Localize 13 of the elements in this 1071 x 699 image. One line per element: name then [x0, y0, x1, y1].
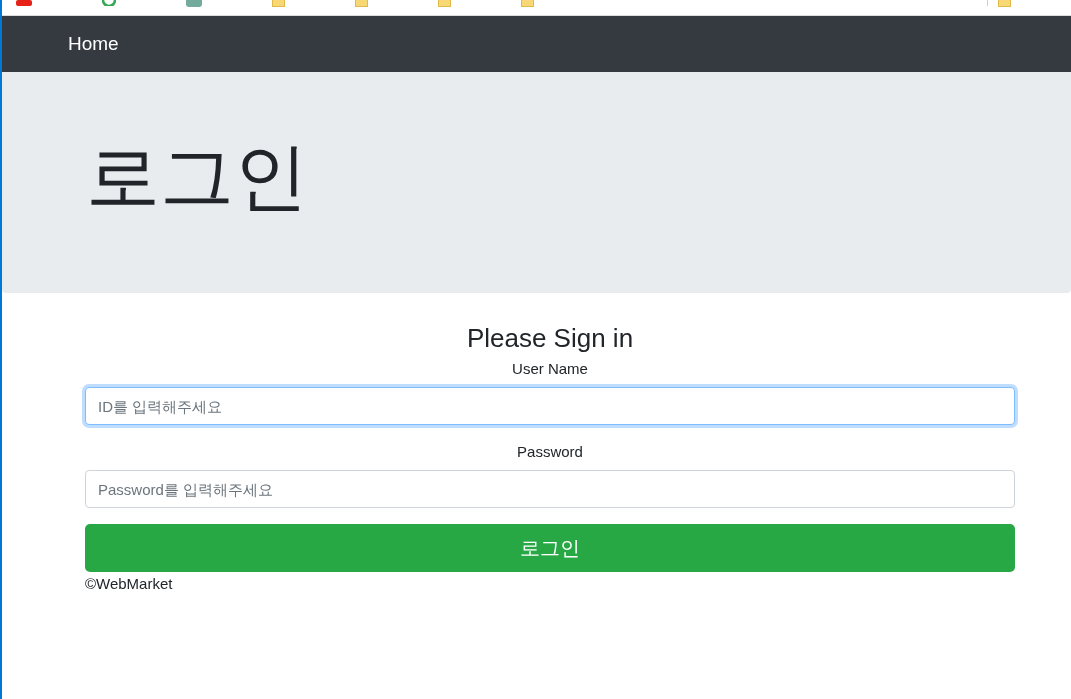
- form-heading: Please Sign in: [466, 323, 634, 354]
- page-title: 로그인: [86, 131, 308, 221]
- folder-icon[interactable]: [355, 0, 368, 7]
- folder-icon[interactable]: [998, 0, 1011, 7]
- footer-text: ©WebMarket: [85, 575, 173, 592]
- folder-icon[interactable]: [272, 0, 285, 7]
- home-link[interactable]: Home: [68, 33, 119, 55]
- input-field[interactable]: ID를 입력해주세요: [85, 387, 1015, 425]
- field-label: Password: [517, 443, 583, 460]
- folder-icon[interactable]: [438, 0, 451, 7]
- input-field[interactable]: Password를 입력해주세요: [85, 470, 1015, 508]
- folder-icon[interactable]: [521, 0, 534, 7]
- field-label: User Name: [512, 360, 588, 377]
